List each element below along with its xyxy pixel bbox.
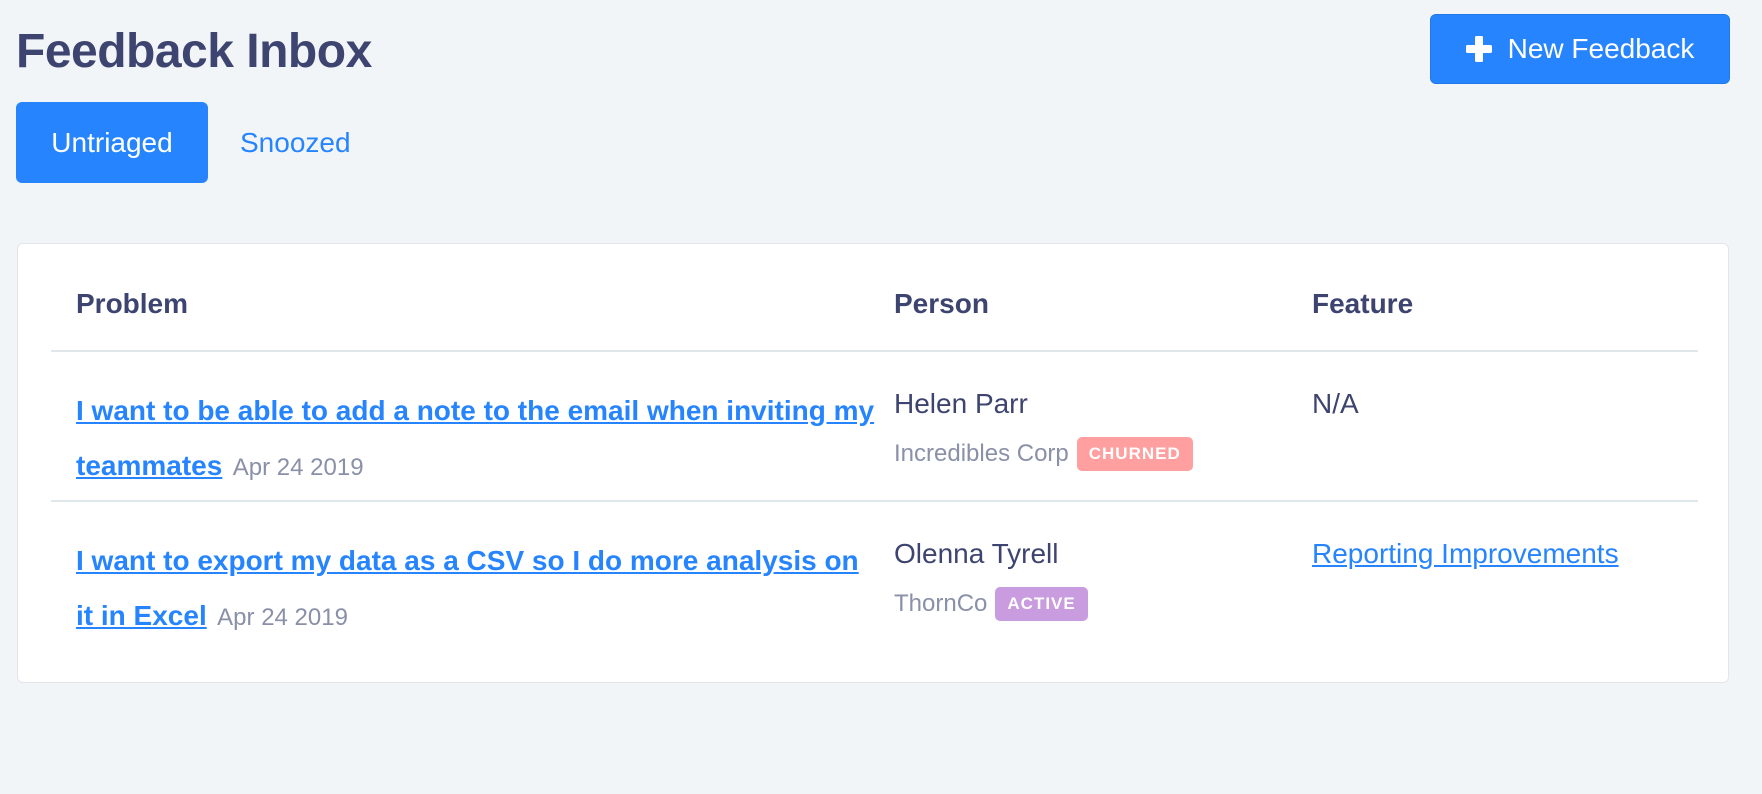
page: Feedback Inbox New Feedback Untriaged Sn… bbox=[0, 0, 1762, 794]
problem-cell: I want to export my data as a CSV so I d… bbox=[76, 536, 876, 646]
status-badge: ACTIVE bbox=[995, 587, 1088, 621]
table-row: I want to export my data as a CSV so I d… bbox=[51, 502, 1698, 652]
column-header-person: Person bbox=[894, 288, 989, 319]
tab-snoozed[interactable]: Snoozed bbox=[208, 102, 383, 183]
table-header: Problem Person Feature bbox=[51, 244, 1698, 352]
status-badge: CHURNED bbox=[1076, 437, 1193, 471]
company-line: Incredibles Corp CHURNED bbox=[894, 437, 1294, 471]
problem-date: Apr 24 2019 bbox=[232, 454, 364, 481]
page-title: Feedback Inbox bbox=[16, 25, 372, 78]
person-cell: Helen Parr Incredibles Corp CHURNED bbox=[894, 386, 1294, 471]
feature-cell: N/A bbox=[1312, 386, 1359, 422]
company-line: ThornCo ACTIVE bbox=[894, 587, 1294, 621]
tab-bar: Untriaged Snoozed bbox=[16, 102, 383, 183]
problem-date: Apr 24 2019 bbox=[217, 604, 348, 631]
person-name: Olenna Tyrell bbox=[894, 538, 1059, 569]
feature-link[interactable]: Reporting Improvements bbox=[1312, 538, 1619, 569]
feature-value: N/A bbox=[1312, 388, 1359, 419]
feedback-table-card: Problem Person Feature I want to be able… bbox=[17, 243, 1729, 683]
plus-icon bbox=[1465, 36, 1492, 62]
person-cell: Olenna Tyrell ThornCo ACTIVE bbox=[894, 536, 1294, 621]
problem-link[interactable]: I want to export my data as a CSV so I d… bbox=[76, 545, 859, 631]
company-name: ThornCo bbox=[894, 590, 988, 617]
feature-cell: Reporting Improvements bbox=[1312, 536, 1619, 572]
table-row: I want to be able to add a note to the e… bbox=[51, 352, 1698, 502]
person-name: Helen Parr bbox=[894, 388, 1028, 419]
problem-cell: I want to be able to add a note to the e… bbox=[76, 386, 876, 496]
column-header-problem: Problem bbox=[76, 288, 189, 319]
new-feedback-label: New Feedback bbox=[1507, 33, 1695, 64]
column-header-feature: Feature bbox=[1312, 288, 1414, 319]
tab-untriaged[interactable]: Untriaged bbox=[16, 102, 208, 183]
new-feedback-button[interactable]: New Feedback bbox=[1430, 14, 1730, 84]
company-name: Incredibles Corp bbox=[894, 440, 1069, 467]
problem-link[interactable]: I want to be able to add a note to the e… bbox=[76, 395, 874, 481]
